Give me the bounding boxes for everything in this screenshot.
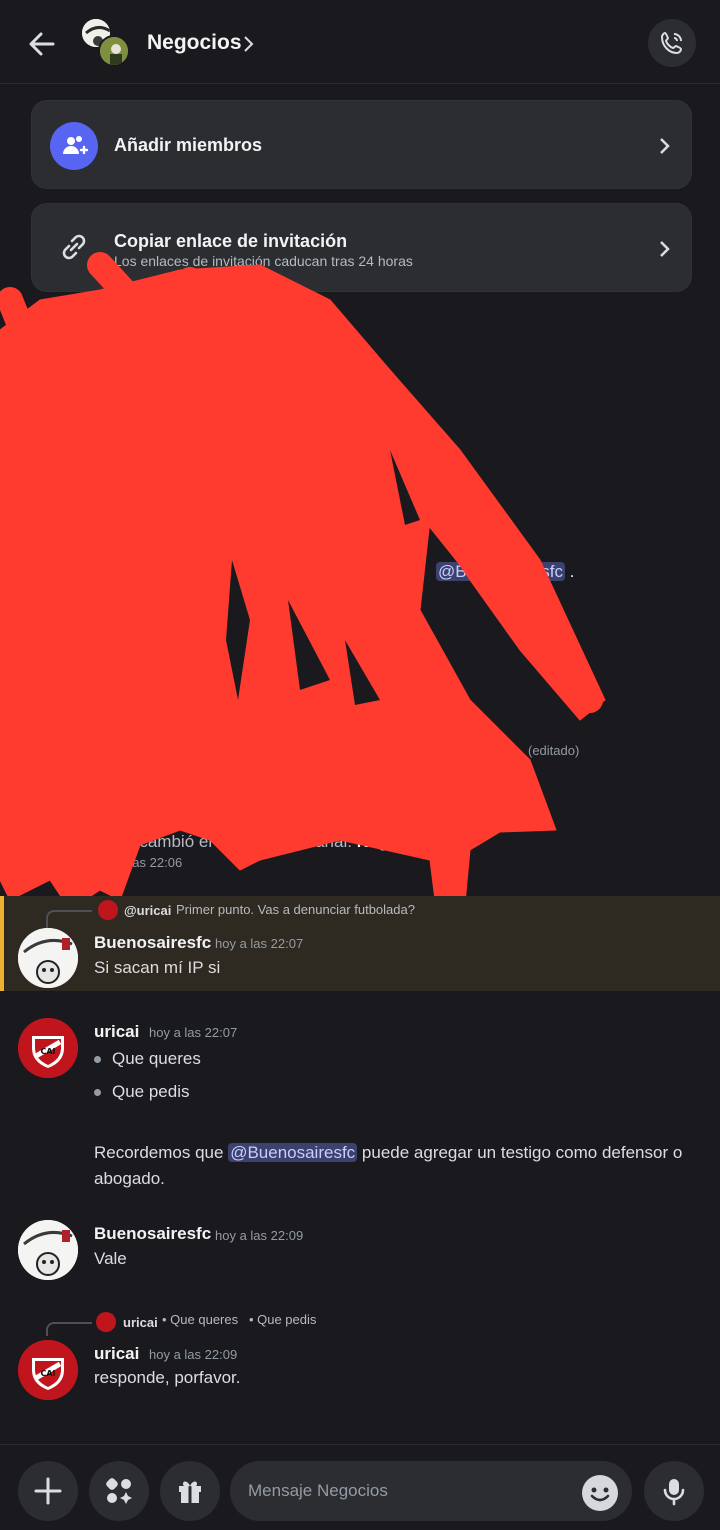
add-members-icon xyxy=(50,122,98,170)
back-button[interactable] xyxy=(22,24,62,64)
hidden-timestamp: 22 xyxy=(270,452,285,467)
reply-avatar xyxy=(96,1312,116,1332)
message-author[interactable]: Buenosairesfc xyxy=(94,933,211,953)
edited-label: (editado) xyxy=(528,743,580,758)
svg-text:CAI: CAI xyxy=(40,1369,55,1378)
user-avatar[interactable] xyxy=(18,928,78,988)
system-message-text: uricai cambió el nombre del canal: Negoc… xyxy=(94,832,434,851)
voice-message-button[interactable] xyxy=(644,1461,704,1521)
chevron-right-icon xyxy=(660,241,670,257)
message-paragraph-line2: abogado. xyxy=(94,1169,165,1188)
message-text: responde, porfavor. xyxy=(94,1368,241,1387)
message-text: Si sacan mí IP si xyxy=(94,958,221,977)
channel-name: Negocios xyxy=(356,832,434,851)
apps-icon xyxy=(106,1478,132,1504)
copy-invite-link-card[interactable]: Copiar enlace de invitación Los enlaces … xyxy=(31,203,692,292)
smiley-icon xyxy=(583,1476,617,1510)
chat-header: Negocios xyxy=(0,0,720,84)
message-text: Vale xyxy=(94,1249,127,1268)
message-input[interactable] xyxy=(230,1461,632,1521)
gift-button[interactable] xyxy=(160,1461,220,1521)
system-message-timestamp: hoy a las 22:06 xyxy=(94,855,183,870)
message-timestamp: hoy a las 22:09 xyxy=(215,1228,304,1243)
reply-preview[interactable]: • Que queres • Que pedis xyxy=(162,1312,316,1327)
pencil-icon xyxy=(39,837,55,853)
group-avatar-member-2 xyxy=(98,35,130,67)
user-avatar[interactable]: CAI xyxy=(18,1340,78,1400)
group-avatar[interactable] xyxy=(80,17,132,69)
reply-connector xyxy=(46,1322,92,1336)
bullet-text: Que queres xyxy=(112,1049,201,1068)
invite-link-subtitle: Los enlaces de invitación caducan tras 2… xyxy=(114,253,413,269)
bullet-text: Que pedis xyxy=(112,1082,190,1101)
add-members-label: Añadir miembros xyxy=(114,135,263,155)
mention[interactable]: @Buenosairesfc xyxy=(228,1143,358,1162)
emoji-button[interactable] xyxy=(582,1475,618,1511)
mention[interactable]: @Buenosairesfc xyxy=(436,562,565,581)
gift-icon xyxy=(179,1481,201,1503)
user-avatar[interactable] xyxy=(18,1220,78,1280)
call-button[interactable] xyxy=(648,19,696,67)
phone-call-icon xyxy=(660,31,683,55)
message-timestamp: hoy a las 22:07 xyxy=(149,1025,238,1040)
composer-bar xyxy=(0,1444,720,1530)
user-avatar[interactable]: CAI xyxy=(18,1018,78,1078)
link-icon xyxy=(54,227,94,267)
bullet-point xyxy=(94,1056,101,1063)
arrow-left-icon xyxy=(29,32,55,56)
chevron-right-icon xyxy=(244,36,254,52)
message-paragraph: Recordemos que @Buenosairesfc puede agre… xyxy=(94,1143,683,1162)
add-members-card[interactable]: Añadir miembros xyxy=(31,100,692,189)
message-author[interactable]: uricai xyxy=(94,1022,139,1042)
message-author[interactable]: Buenosairesfc xyxy=(94,1224,211,1244)
invite-link-label: Copiar enlace de invitación xyxy=(114,231,348,251)
message-timestamp: hoy a las 22:07 xyxy=(215,936,304,951)
reply-preview[interactable]: Primer punto. Vas a denunciar futbolada? xyxy=(176,902,415,917)
reply-author[interactable]: @uricai xyxy=(124,903,171,918)
plus-icon xyxy=(34,1477,62,1505)
microphone-icon xyxy=(663,1479,685,1506)
message-timestamp: hoy a las 22:09 xyxy=(149,1347,238,1362)
hidden-message-text: Primer pu xyxy=(94,780,168,799)
chevron-right-icon xyxy=(660,138,670,154)
message-author[interactable]: uricai xyxy=(94,1344,139,1364)
hidden-mention-line: @Buenosairesfc . xyxy=(436,562,575,581)
reply-avatar xyxy=(98,900,118,920)
reply-author[interactable]: uricai xyxy=(123,1315,158,1330)
svg-text:CAI: CAI xyxy=(40,1047,55,1056)
hidden-timestamp: 22:04 xyxy=(212,362,245,377)
apps-button[interactable] xyxy=(89,1461,149,1521)
bullet-point xyxy=(94,1089,101,1096)
add-attachment-button[interactable] xyxy=(18,1461,78,1521)
channel-title[interactable]: Negocios xyxy=(147,31,242,55)
